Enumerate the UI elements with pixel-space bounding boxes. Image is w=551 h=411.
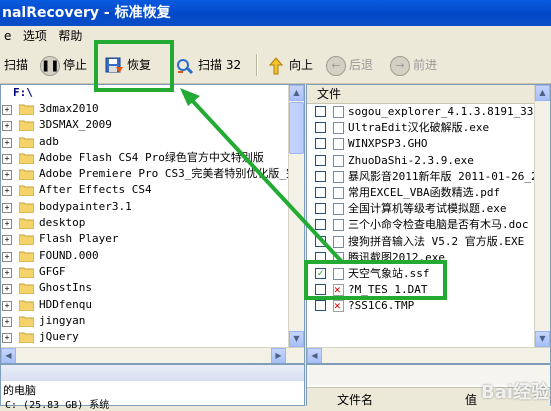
annotation-arrow xyxy=(180,88,344,264)
watermark: Bai经验 xyxy=(480,382,549,403)
